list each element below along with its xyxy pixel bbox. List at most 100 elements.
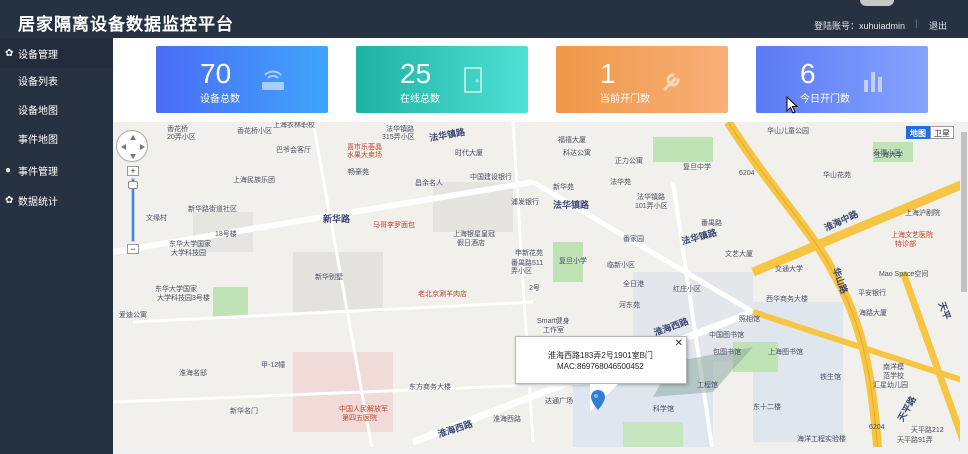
- map-label: Mao Space空间: [879, 271, 929, 278]
- map-label: 法华苑: [610, 179, 631, 186]
- map-label: 铁生馆: [820, 374, 841, 381]
- map-label: 新华路: [323, 214, 351, 224]
- map-label: 西华商务大楼: [766, 296, 808, 303]
- map-zoom-control[interactable]: + −: [127, 166, 139, 258]
- map-label: 照相馆: [739, 316, 760, 323]
- map-label: 华山儿童公园: [767, 128, 809, 135]
- map-label: 大学科技园3号楼: [157, 295, 210, 302]
- map-label: 甲-12幢: [261, 362, 286, 369]
- stat-value: 25: [400, 58, 432, 89]
- map-label: 包图书馆: [713, 349, 741, 356]
- menu-item-device-list[interactable]: 设备列表: [0, 68, 113, 97]
- stat-label: 设备总数: [200, 94, 240, 105]
- map-info-window: ✕ 淮海西路183弄2号1901室B门 MAC:869768046500452: [515, 336, 687, 412]
- map-label: 番家园: [623, 236, 644, 243]
- map-label: 昌余名人: [415, 180, 443, 187]
- menu-item-event-map[interactable]: 事件地图: [0, 126, 113, 155]
- zoom-in-button[interactable]: +: [127, 166, 139, 176]
- map-label: 交通大学: [775, 266, 803, 273]
- user-icon: ●: [5, 164, 12, 176]
- vertical-scrollbar[interactable]: [960, 122, 968, 454]
- map-type-switch: 地图 卫星: [906, 126, 954, 139]
- map-label: 爱迪公寓: [119, 312, 147, 319]
- map-label: 红庄小区: [673, 286, 701, 293]
- map-label: 弄小区: [511, 268, 532, 275]
- map-label: 东方商务大楼: [409, 384, 451, 391]
- map-label: 18号楼: [215, 231, 237, 238]
- map-label: 临新小区: [607, 262, 635, 269]
- zoom-slider-knob[interactable]: [128, 181, 138, 189]
- device-address: 淮海西路183弄2号1901室B门: [548, 351, 653, 360]
- scrollbar-thumb[interactable]: [961, 132, 967, 292]
- map-label: 大学科技园: [171, 250, 206, 257]
- map-label: 2号: [529, 285, 540, 292]
- logout-link[interactable]: 退出: [929, 19, 947, 32]
- map-label: 101弄小区: [635, 203, 668, 210]
- map-label: 河东苑: [619, 302, 640, 309]
- map-label: 平安银行: [858, 290, 886, 297]
- stat-label: 当前开门数: [600, 94, 650, 105]
- router-icon: [262, 70, 284, 90]
- map-label: 福禧大厦: [558, 137, 586, 144]
- map-label: 达通广场: [545, 398, 573, 405]
- map-label: 正力公寓: [615, 158, 643, 165]
- map-label: 文艺大厦: [725, 251, 753, 258]
- map-label: 汇星幼儿园: [873, 382, 908, 389]
- map-label: 新华路街道社区: [188, 206, 237, 213]
- main-content: 70 设备总数 25 在线总数 1 当前开门数 6 今日开门数 香花桥 20弄小…: [113, 38, 968, 454]
- map-label: 工程馆: [697, 382, 718, 389]
- stat-card-today-open[interactable]: 6 今日开门数: [756, 46, 928, 113]
- sidebar: ✿ 设备管理 设备列表 设备地图 事件地图 ● 事件管理 ✿ 数据统计: [0, 38, 113, 454]
- map-marker-icon[interactable]: [591, 390, 605, 410]
- map-label: 第四五医院: [342, 415, 377, 422]
- header-separator: |: [915, 18, 918, 28]
- map-label: 浦发银行: [511, 199, 539, 206]
- stat-card-total-devices[interactable]: 70 设备总数: [156, 46, 328, 113]
- map-label: 法华镇路: [553, 200, 590, 210]
- map-label: 复旦中学: [683, 164, 711, 171]
- map-type-map-button[interactable]: 地图: [906, 126, 930, 139]
- map-label: 复旦小学: [559, 258, 587, 265]
- map-label: 老北京涮羊肉店: [418, 291, 467, 298]
- bar-chart-icon: [864, 72, 882, 92]
- horizontal-scrollbar[interactable]: [113, 447, 960, 454]
- app-title: 居家隔离设备数据监控平台: [18, 15, 234, 34]
- map-label: 巴爷会客厅: [276, 147, 311, 154]
- map-label: 畅豪苑: [348, 169, 369, 176]
- zoom-slider[interactable]: [128, 178, 138, 242]
- map-label: 新华苑: [553, 184, 574, 191]
- menu-item-device-map[interactable]: 设备地图: [0, 97, 113, 126]
- menu-group-events[interactable]: ● 事件管理: [0, 155, 113, 185]
- map-label: 香花桥小区: [237, 128, 272, 135]
- map-label: 马哥李罗面包: [373, 222, 415, 229]
- zoom-out-button[interactable]: −: [127, 244, 139, 254]
- map-pan-control[interactable]: [116, 130, 148, 162]
- menu-group-stats[interactable]: ✿ 数据统计: [0, 185, 113, 215]
- map-label: 中国图书馆: [709, 332, 744, 339]
- map-type-satellite-button[interactable]: 卫星: [930, 126, 954, 139]
- map-label: 天平路212: [911, 427, 944, 434]
- menu-group-label: 事件管理: [18, 166, 58, 178]
- stat-card-online[interactable]: 25 在线总数: [356, 46, 528, 113]
- map-label: 泰谭小区: [873, 150, 901, 157]
- map-label: 上海农林职校: [273, 122, 315, 129]
- top-pill-button[interactable]: [860, 0, 894, 6]
- map-label: 工作室: [543, 327, 564, 334]
- device-map[interactable]: 香花桥 20弄小区 香花桥小区 上海农林职校 法华镇路 315弄小区 巴爷会客厅…: [113, 122, 968, 454]
- map-label: 假日酒店: [457, 240, 485, 247]
- door-icon: [464, 67, 482, 93]
- map-label: 新华名门: [230, 408, 258, 415]
- map-label: 6204: [869, 424, 885, 431]
- gear-icon: ✿: [5, 194, 14, 206]
- stat-value: 70: [200, 58, 232, 89]
- menu-group-label: 设备管理: [18, 49, 58, 61]
- stat-card-current-open[interactable]: 1 当前开门数: [556, 46, 728, 113]
- menu-group-device[interactable]: ✿ 设备管理: [0, 38, 113, 68]
- map-label: 6204: [739, 170, 755, 177]
- map-label: 时代大厦: [455, 150, 483, 157]
- map-label: 中国建设银行: [470, 174, 512, 181]
- close-icon[interactable]: ✕: [675, 338, 683, 349]
- map-label: 上海民族乐团: [233, 177, 275, 184]
- map-label: 华山花苑: [823, 172, 851, 179]
- map-label: 番禺路: [701, 220, 722, 227]
